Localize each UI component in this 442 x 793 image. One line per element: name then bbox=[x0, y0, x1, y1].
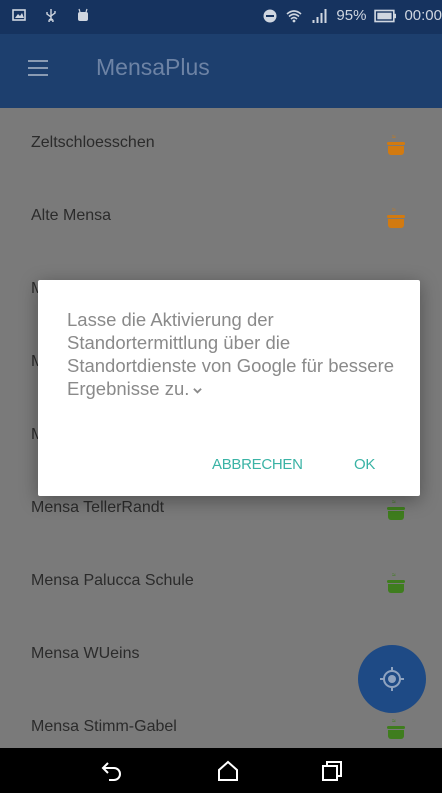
app-title: MensaPlus bbox=[96, 54, 210, 80]
list-item[interactable]: Mensa Palucca Schule ≈ bbox=[0, 546, 442, 619]
android-icon bbox=[78, 8, 88, 21]
wifi-icon bbox=[286, 9, 302, 22]
image-icon bbox=[12, 9, 26, 21]
list-item[interactable]: Alte Mensa ≈ bbox=[0, 181, 442, 254]
list-item-label: Mensa TellerRandt bbox=[31, 499, 165, 516]
list-item-label: Mensa WUeins bbox=[31, 645, 140, 662]
list-item-label: Mensa Stimm-Gabel bbox=[31, 718, 177, 735]
battery-percent: 95% bbox=[336, 7, 367, 24]
list-item-label: Zeltschloesschen bbox=[31, 134, 155, 151]
battery-icon bbox=[374, 9, 397, 22]
my-location-button[interactable] bbox=[358, 645, 426, 713]
navigation-bar bbox=[0, 748, 442, 793]
list-item-label: Mensa Palucca Schule bbox=[31, 572, 194, 589]
location-dialog: Lasse die Aktivierung der Standortermitt… bbox=[38, 280, 420, 496]
status-bar: 95% 00:00 bbox=[0, 0, 442, 34]
menu-icon[interactable] bbox=[28, 60, 48, 76]
app-bar: MensaPlus bbox=[0, 34, 442, 108]
my-location-icon bbox=[380, 667, 404, 691]
clock: 00:00 bbox=[404, 7, 442, 24]
dialog-message-text: Lasse die Aktivierung der Standortermitt… bbox=[67, 309, 395, 399]
cooking-pot-icon: ≈ bbox=[386, 134, 406, 156]
usb-icon bbox=[46, 9, 56, 22]
home-icon[interactable] bbox=[216, 760, 240, 782]
cooking-pot-icon: ≈ bbox=[386, 572, 406, 594]
chevron-down-icon[interactable] bbox=[193, 386, 203, 395]
list-item[interactable]: Zeltschloesschen ≈ bbox=[0, 108, 442, 181]
list-item-label: Alte Mensa bbox=[31, 207, 112, 224]
cancel-button[interactable]: ABBRECHEN bbox=[212, 456, 303, 473]
cooking-pot-icon: ≈ bbox=[386, 499, 406, 521]
do-not-disturb-icon bbox=[263, 9, 277, 22]
cooking-pot-icon: ≈ bbox=[386, 207, 406, 229]
dialog-message: Lasse die Aktivierung der Standortermitt… bbox=[67, 308, 397, 400]
cooking-pot-icon: ≈ bbox=[386, 718, 406, 740]
signal-icon bbox=[312, 8, 327, 23]
ok-button[interactable]: OK bbox=[354, 456, 375, 473]
recents-icon[interactable] bbox=[320, 760, 344, 782]
back-icon[interactable] bbox=[99, 760, 123, 782]
